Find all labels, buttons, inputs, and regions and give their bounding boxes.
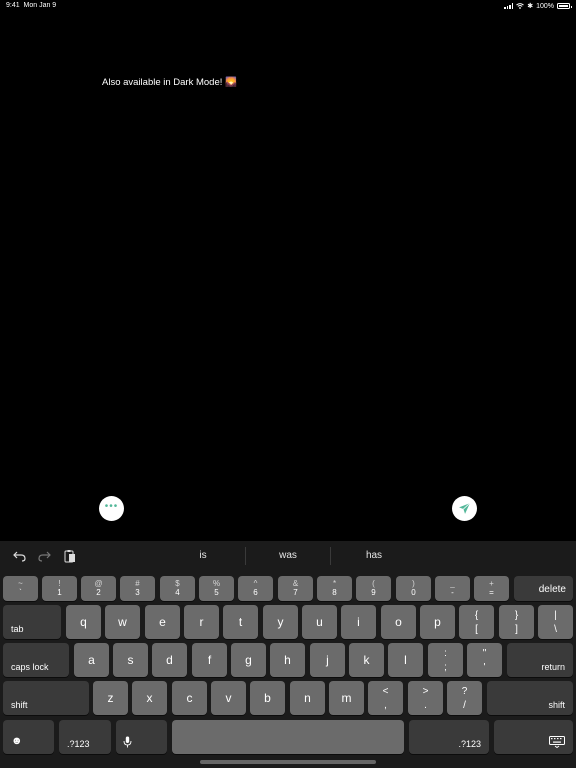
key-v[interactable]: v (211, 681, 246, 715)
key-e[interactable]: e (145, 605, 180, 639)
key-o[interactable]: o (381, 605, 416, 639)
key-8[interactable]: * 8 (317, 576, 352, 601)
status-time: 9:41 Mon Jan 9 (6, 2, 57, 9)
key-l[interactable]: l (388, 643, 423, 677)
send-button[interactable] (452, 496, 477, 521)
message-label: Also available in Dark Mode! 🌄 (102, 77, 237, 88)
suggestion-divider (330, 547, 331, 565)
key-9[interactable]: (9 (356, 576, 391, 601)
key-s[interactable]: s (113, 643, 148, 677)
key-1[interactable]: ! 1 (42, 576, 77, 601)
key-y[interactable]: y (263, 605, 298, 639)
cellular-signal-icon (504, 3, 514, 9)
key-z[interactable]: z (93, 681, 128, 715)
key-backslash[interactable]: | \ (538, 605, 573, 639)
key-3[interactable]: #3 (120, 576, 155, 601)
space-bar[interactable] (172, 720, 404, 754)
key-equals[interactable]: + = (474, 576, 509, 601)
key-2[interactable]: @2 (81, 576, 116, 601)
key-backtick[interactable]: ~ ` (3, 576, 38, 601)
key-b[interactable]: b (250, 681, 285, 715)
key-minus[interactable]: _ - (435, 576, 470, 601)
tab-key[interactable]: tab (3, 605, 61, 639)
battery-percent: 100% (536, 2, 554, 10)
key-j[interactable]: j (310, 643, 345, 677)
key-quote[interactable]: " ' (467, 643, 502, 677)
delete-key[interactable]: delete (514, 576, 573, 601)
more-options-button[interactable]: ••• (99, 496, 124, 521)
key-x[interactable]: x (132, 681, 167, 715)
key-p[interactable]: p (420, 605, 455, 639)
key-n[interactable]: n (290, 681, 325, 715)
ellipsis-icon: ••• (104, 501, 119, 512)
suggestion-1[interactable]: is (163, 550, 243, 561)
status-indicators: ✱ 100% (504, 2, 572, 10)
keyboard-toolbar: is was has (0, 541, 576, 571)
suggestion-divider (245, 547, 246, 565)
microphone-icon (123, 736, 132, 748)
emoji-key[interactable]: ☻ (3, 720, 54, 754)
key-m[interactable]: m (329, 681, 364, 715)
key-u[interactable]: u (302, 605, 337, 639)
numbers-key-right[interactable]: .?123 (409, 720, 489, 754)
shift-right-key[interactable]: shift (487, 681, 573, 715)
numbers-key-left[interactable]: .?123 (59, 720, 111, 754)
key-5[interactable]: % 5 (199, 576, 234, 601)
message-text: Also available in Dark Mode! 🌄 (102, 77, 237, 88)
dismiss-keyboard-key[interactable] (494, 720, 573, 754)
home-indicator (200, 760, 376, 764)
key-0[interactable]: ) 0 (396, 576, 431, 601)
key-c[interactable]: c (172, 681, 207, 715)
key-t[interactable]: t (223, 605, 258, 639)
keyboard-dismiss-icon (549, 736, 565, 748)
key-slash[interactable]: ? / (447, 681, 482, 715)
key-4[interactable]: $4 (160, 576, 195, 601)
key-comma[interactable]: <, (368, 681, 403, 715)
key-r[interactable]: r (184, 605, 219, 639)
key-q[interactable]: q (66, 605, 101, 639)
key-semicolon[interactable]: :; (428, 643, 463, 677)
undo-icon[interactable] (12, 549, 26, 563)
key-w[interactable]: w (105, 605, 140, 639)
key-d[interactable]: d (152, 643, 187, 677)
key-6[interactable]: ^ 6 (238, 576, 273, 601)
shift-left-key[interactable]: shift (3, 681, 89, 715)
key-k[interactable]: k (349, 643, 384, 677)
suggestion-2[interactable]: was (248, 550, 328, 561)
key-g[interactable]: g (231, 643, 266, 677)
emoji-icon: ☻ (11, 735, 23, 747)
suggestion-3[interactable]: has (334, 550, 414, 561)
redo-icon[interactable] (37, 549, 51, 563)
key-right-bracket[interactable]: }] (499, 605, 534, 639)
keyboard: is was has ~ ` ! 1 @2 #3 $4 % 5 ^ 6 & 7 * 8 (9… (0, 541, 576, 768)
key-7[interactable]: & 7 (278, 576, 313, 601)
battery-icon (557, 3, 572, 9)
bluetooth-icon: ✱ (527, 3, 534, 10)
key-period[interactable]: >. (408, 681, 443, 715)
status-bar: 9:41 Mon Jan 9 ✱ 100% (0, 0, 576, 12)
caps-lock-key[interactable]: caps lock (3, 643, 69, 677)
paper-plane-icon (459, 502, 471, 514)
key-h[interactable]: h (270, 643, 305, 677)
key-f[interactable]: f (192, 643, 227, 677)
key-a[interactable]: a (74, 643, 109, 677)
paste-icon[interactable] (63, 549, 77, 563)
key-i[interactable]: i (341, 605, 376, 639)
return-key[interactable]: return (507, 643, 573, 677)
wifi-icon (516, 3, 525, 9)
key-left-bracket[interactable]: {[ (459, 605, 494, 639)
dictation-key[interactable] (116, 720, 167, 754)
